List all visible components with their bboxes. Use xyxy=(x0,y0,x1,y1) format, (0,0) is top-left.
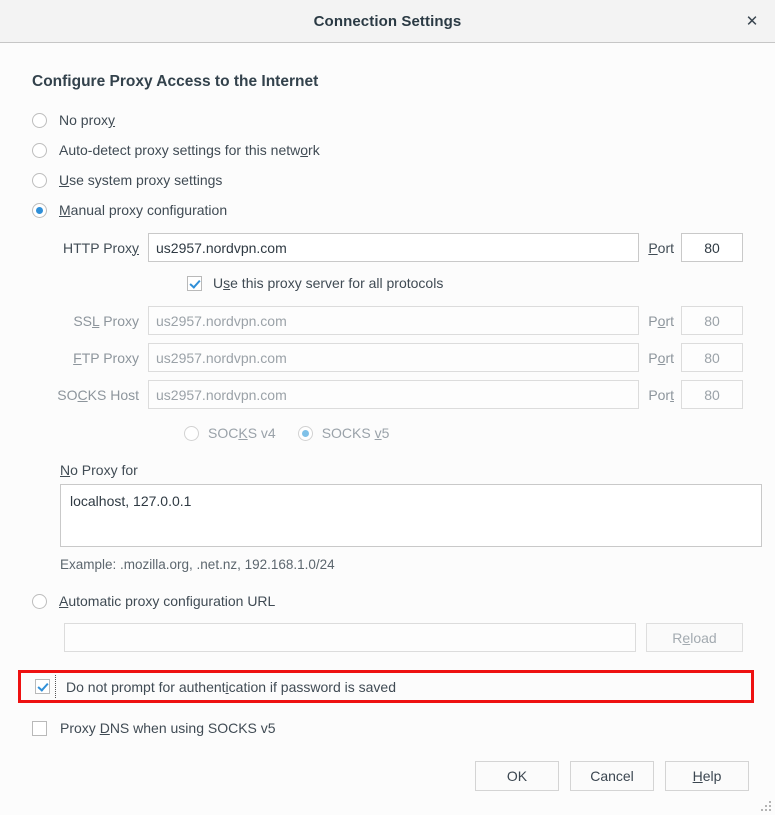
ssl-port-label: Port xyxy=(648,312,674,329)
pac-url-input[interactable] xyxy=(64,623,636,652)
radio-no-proxy[interactable]: No proxy xyxy=(32,105,743,135)
radio-system-proxy-label: Use system proxy settings xyxy=(59,172,223,188)
focus-outline xyxy=(55,675,63,698)
http-proxy-input[interactable] xyxy=(148,233,640,262)
radio-pac-url-label: Automatic proxy configuration URL xyxy=(59,593,276,609)
radio-system-proxy[interactable]: Use system proxy settings xyxy=(32,165,743,195)
no-proxy-example-text: Example: .mozilla.org, .net.nz, 192.168.… xyxy=(60,557,335,572)
ftp-proxy-input[interactable] xyxy=(148,343,640,372)
no-proxy-label: No Proxy for xyxy=(60,462,138,478)
radio-socks-v4-indicator[interactable] xyxy=(184,425,199,441)
ssl-proxy-input[interactable] xyxy=(148,306,640,335)
ssl-proxy-label: SSL Proxy xyxy=(73,312,139,329)
radio-pac-url[interactable]: Automatic proxy configuration URL xyxy=(32,586,743,616)
socks-port-label: Port xyxy=(648,386,674,403)
socks-host-row: SOCKS Host Port xyxy=(32,380,743,409)
ftp-proxy-row: FTP Proxy Port xyxy=(32,343,743,372)
http-port-label: Port xyxy=(648,239,674,256)
checkbox-proxy-dns-indicator xyxy=(32,720,47,736)
page-title: Configure Proxy Access to the Internet xyxy=(32,73,319,90)
dialog-titlebar: Connection Settings ✕ xyxy=(0,0,775,43)
help-button[interactable]: Help xyxy=(665,761,749,791)
http-proxy-label: HTTP Proxy xyxy=(63,239,139,256)
checkbox-all-protocols-indicator xyxy=(187,275,202,291)
pac-url-row: Reload xyxy=(32,623,743,652)
radio-manual-proxy-label: Manual proxy configuration xyxy=(59,202,228,218)
radio-socks-v5-label: SOCKS v5 xyxy=(321,425,390,441)
radio-socks-v5-indicator[interactable] xyxy=(297,425,313,441)
dialog-title: Connection Settings xyxy=(313,12,462,30)
socks-port-input[interactable] xyxy=(681,380,743,409)
http-proxy-row: HTTP Proxy Port xyxy=(32,233,743,262)
socks-host-input[interactable] xyxy=(148,380,640,409)
dialog-body: Configure Proxy Access to the Internet N… xyxy=(0,43,775,743)
checkbox-all-protocols[interactable]: Use this proxy server for all protocols xyxy=(32,268,743,298)
no-proxy-textarea[interactable]: localhost, 127.0.0.1 xyxy=(60,484,762,547)
reload-button[interactable]: Reload xyxy=(646,623,743,652)
ftp-proxy-label: FTP Proxy xyxy=(73,349,139,366)
resize-grip-icon[interactable] xyxy=(758,798,771,811)
http-port-input[interactable] xyxy=(681,233,743,262)
radio-manual-proxy[interactable]: Manual proxy configuration xyxy=(32,195,743,225)
radio-pac-url-indicator xyxy=(32,593,47,609)
connection-settings-dialog: Connection Settings ✕ Configure Proxy Ac… xyxy=(0,0,775,815)
radio-system-proxy-indicator xyxy=(32,172,47,188)
checkbox-no-auth-prompt-indicator xyxy=(35,679,50,694)
ok-button[interactable]: OK xyxy=(475,761,559,791)
checkbox-proxy-dns-label: Proxy DNS when using SOCKS v5 xyxy=(60,720,276,736)
checkbox-proxy-dns[interactable]: Proxy DNS when using SOCKS v5 xyxy=(32,713,743,743)
checkbox-no-auth-prompt[interactable]: Do not prompt for authentication if pass… xyxy=(18,670,754,703)
socks-version-group: SOCKS v4 SOCKS v5 xyxy=(32,418,743,448)
cancel-button[interactable]: Cancel xyxy=(570,761,654,791)
ftp-port-input[interactable] xyxy=(681,343,743,372)
ftp-port-label: Port xyxy=(648,349,674,366)
radio-no-proxy-indicator xyxy=(32,112,47,128)
dialog-footer: OK Cancel Help xyxy=(0,751,775,815)
checkbox-no-auth-prompt-label: Do not prompt for authentication if pass… xyxy=(66,678,396,695)
radio-socks-v4-label: SOCKS v4 xyxy=(208,425,276,441)
radio-manual-proxy-indicator xyxy=(32,202,47,218)
close-icon[interactable]: ✕ xyxy=(739,8,765,34)
ssl-port-input[interactable] xyxy=(681,306,743,335)
socks-host-label: SOCKS Host xyxy=(57,386,139,403)
radio-auto-detect[interactable]: Auto-detect proxy settings for this netw… xyxy=(32,135,743,165)
radio-auto-detect-label: Auto-detect proxy settings for this netw… xyxy=(59,142,320,158)
checkbox-all-protocols-label: Use this proxy server for all protocols xyxy=(213,275,444,291)
ssl-proxy-row: SSL Proxy Port xyxy=(32,306,743,335)
radio-no-proxy-label: No proxy xyxy=(59,112,116,128)
radio-auto-detect-indicator xyxy=(32,142,47,158)
